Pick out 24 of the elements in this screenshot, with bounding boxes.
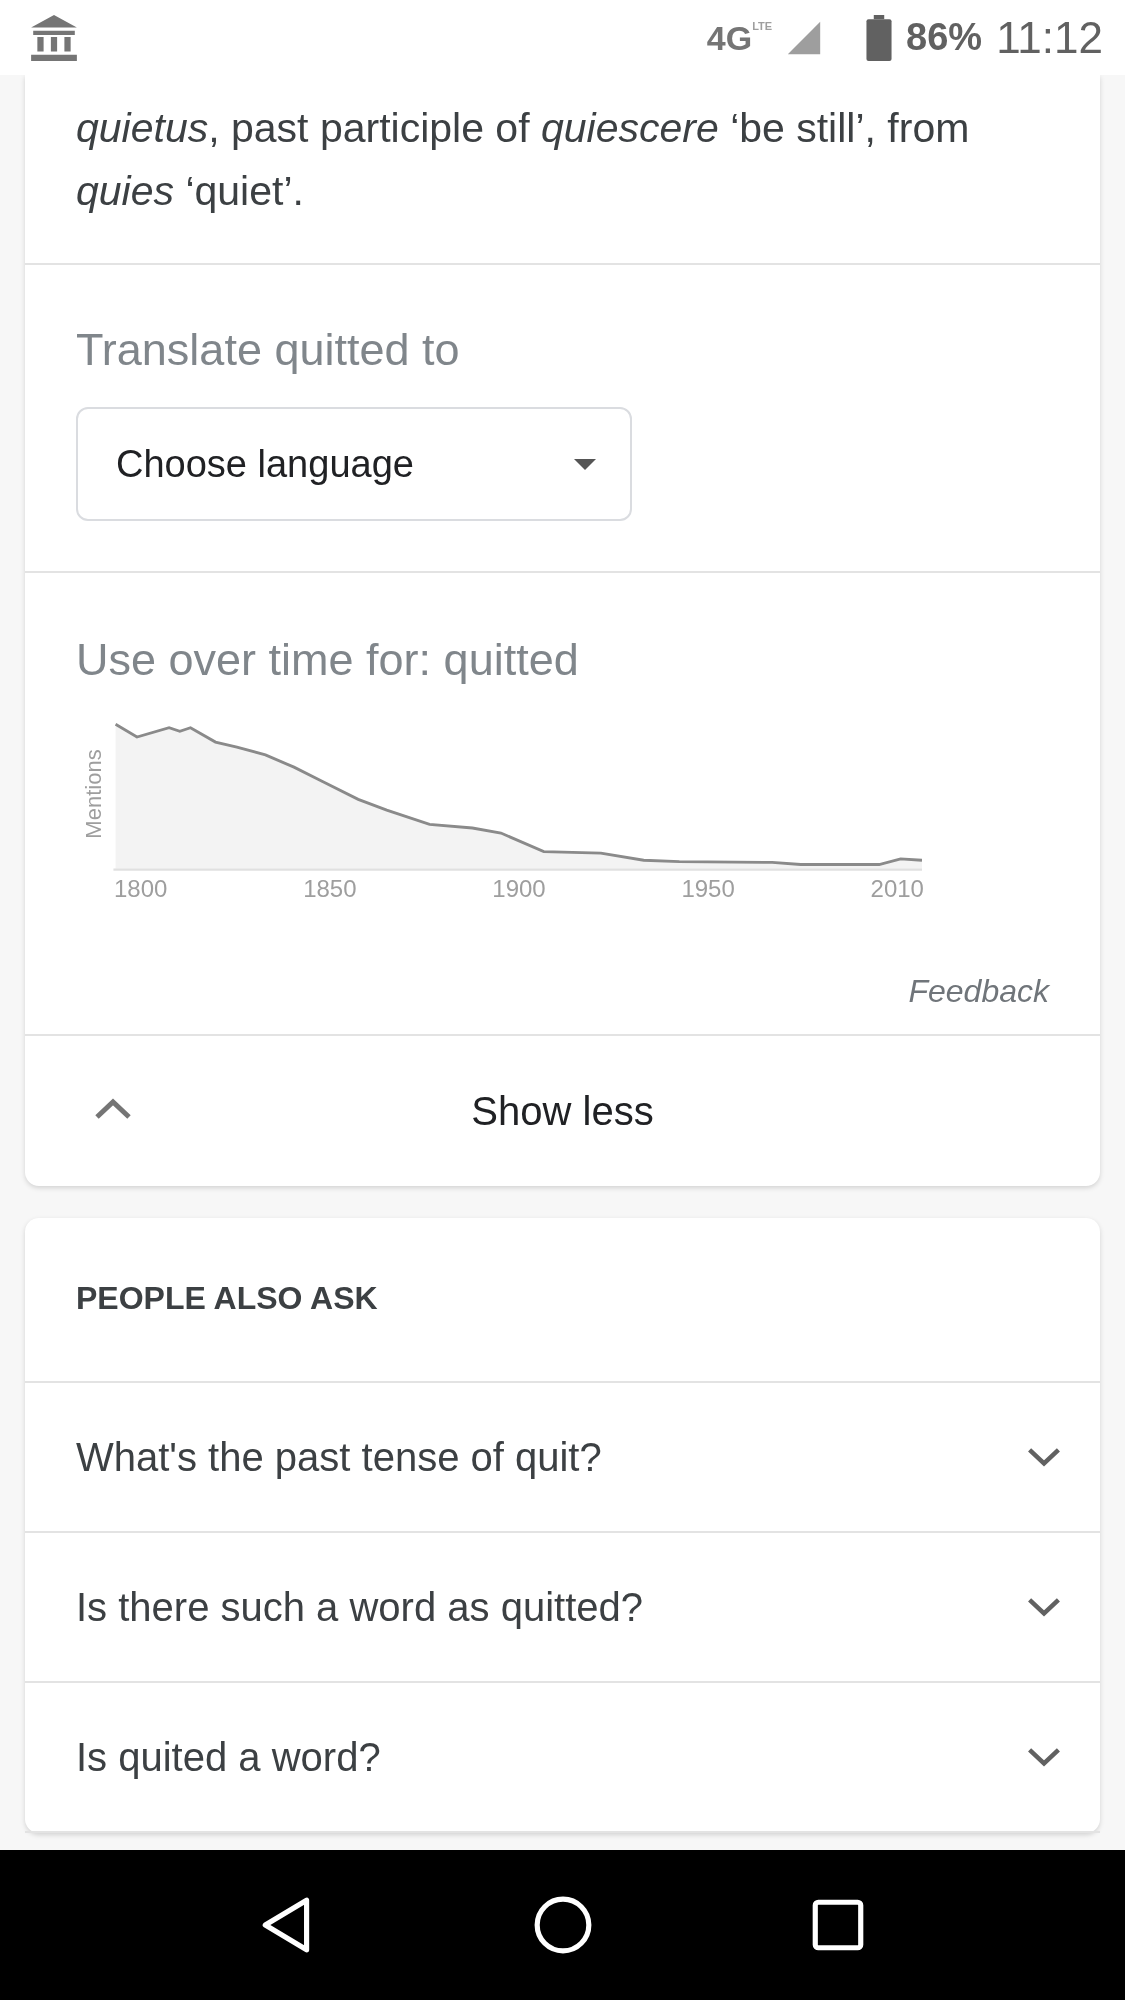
feedback-link[interactable]: Feedback (908, 973, 1049, 1010)
etymology-text: quies ‘quiet’. (76, 167, 305, 216)
axis-tick-label: 1900 (492, 875, 546, 903)
show-less-button[interactable]: Show less (25, 1036, 1100, 1186)
language-dropdown[interactable]: Choose language (76, 407, 632, 521)
caret-icon (574, 458, 596, 470)
section-title: Use over time for: quitted (76, 633, 580, 687)
network-subtype: LTE (752, 20, 773, 32)
question-item[interactable]: Is quited a word? (25, 1683, 1100, 1833)
axis-tick-label: 2010 (870, 875, 924, 903)
clock: 11:12 (996, 12, 1103, 63)
etymology-text: quietus, past participle of quiescere ‘be still’, from (76, 104, 971, 153)
section-heading: PEOPLE ALSO ASK (25, 1218, 1100, 1383)
signal-icon (786, 19, 823, 56)
question-item[interactable]: Is there such a word as quitted? (25, 1533, 1100, 1683)
axis-tick-label: 1950 (681, 875, 735, 903)
axis-label: Mentions (81, 749, 107, 839)
axis-tick-label: 1800 (114, 875, 168, 903)
axis-tick-label: 1850 (303, 875, 357, 903)
section-title: Translate quitted to (76, 323, 461, 377)
question-item[interactable]: What's the past tense of quit? (25, 1383, 1100, 1533)
battery-percent: 86% (906, 16, 983, 59)
battery-icon (866, 14, 893, 61)
network-type: 4G (706, 20, 753, 55)
